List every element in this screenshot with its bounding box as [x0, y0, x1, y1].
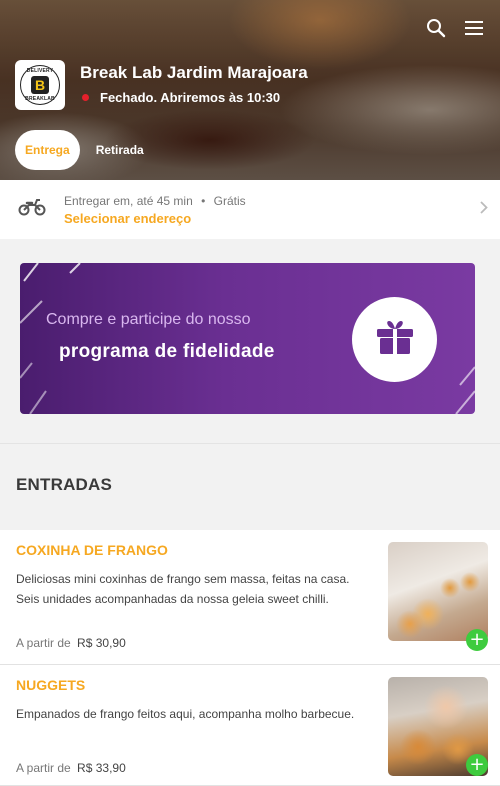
menu-item[interactable]: COXINHA DE FRANGO Deliciosas mini coxinh… [0, 530, 500, 665]
delivery-text: Entregar em, até 45 min • Grátis Selecio… [64, 192, 480, 228]
store-status: Fechado. Abriremos às 10:30 [80, 90, 308, 105]
search-icon[interactable] [424, 16, 448, 40]
item-name: COXINHA DE FRANGO [16, 542, 168, 558]
item-image [388, 542, 488, 641]
section-title: ENTRADAS [16, 475, 113, 494]
plus-icon[interactable]: + [466, 754, 488, 776]
item-description: Deliciosas mini coxinhas de frango sem m… [16, 572, 350, 606]
logo-letter: B [31, 76, 49, 94]
status-dot-icon [82, 94, 89, 101]
tab-retirada[interactable]: Retirada [86, 130, 154, 170]
status-text: Fechado. Abriremos às 10:30 [100, 90, 281, 105]
price-prefix: A partir de [16, 636, 71, 650]
gift-badge [352, 297, 437, 382]
section-header: ENTRADAS [0, 443, 500, 530]
item-price: A partir de R$ 30,90 [16, 636, 126, 650]
delivery-separator: • [201, 193, 206, 208]
item-name: NUGGETS [16, 677, 86, 693]
banner-line1: Compre e participe do nosso [46, 311, 251, 328]
delivery-fee: Grátis [213, 193, 246, 208]
menu-item[interactable]: NUGGETS Empanados de frango feitos aqui,… [0, 665, 500, 786]
delivery-mode-toggle: Entrega Retirada [15, 130, 154, 170]
chevron-right-icon [480, 200, 488, 219]
delivery-prefix: Entregar em, [64, 193, 134, 208]
store-name: Break Lab Jardim Marajoara [80, 63, 308, 82]
logo-badge: DELIVERY B BREAKLAB [20, 65, 60, 105]
price-prefix: A partir de [16, 761, 71, 775]
delivery-info: Entregar em, até 45 min • Grátis [64, 192, 480, 210]
item-price: A partir de R$ 33,90 [16, 761, 126, 775]
motorcycle-icon [18, 197, 48, 222]
header-actions [424, 16, 486, 40]
item-description: Empanados de frango feitos aqui, acompan… [16, 707, 355, 721]
banner-line2: programa de fidelidade [59, 341, 275, 362]
tab-entrega[interactable]: Entrega [15, 130, 80, 170]
store-logo: DELIVERY B BREAKLAB [15, 60, 65, 110]
store-info: DELIVERY B BREAKLAB Break Lab Jardim Mar… [15, 60, 308, 110]
loyalty-banner[interactable]: Compre e participe do nosso programa de … [20, 263, 475, 414]
plus-icon[interactable]: + [466, 629, 488, 651]
logo-text-top: DELIVERY [26, 68, 54, 74]
delivery-eta: até 45 min [136, 193, 193, 208]
select-address-link[interactable]: Selecionar endereço [64, 210, 480, 228]
menu-icon[interactable] [462, 16, 486, 40]
logo-text-bottom: BREAKLAB [25, 96, 55, 102]
store-text: Break Lab Jardim Marajoara Fechado. Abri… [80, 60, 308, 110]
gift-icon [376, 319, 414, 360]
delivery-address-row[interactable]: Entregar em, até 45 min • Grátis Selecio… [0, 180, 500, 239]
store-header: DELIVERY B BREAKLAB Break Lab Jardim Mar… [0, 0, 500, 180]
promo-section: Compre e participe do nosso programa de … [0, 239, 500, 443]
price-value: R$ 33,90 [77, 761, 126, 775]
price-value: R$ 30,90 [77, 636, 126, 650]
